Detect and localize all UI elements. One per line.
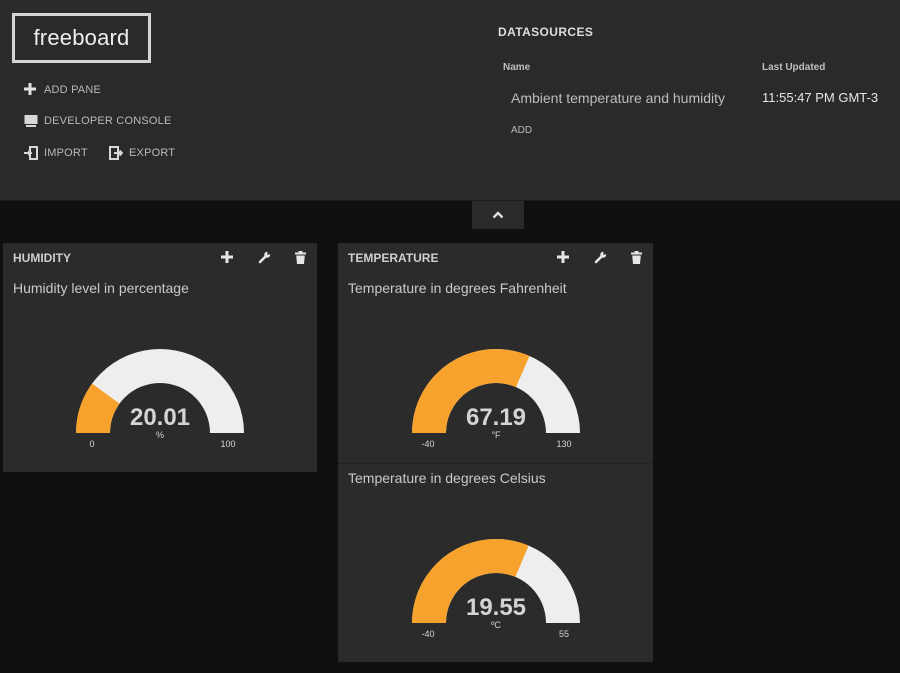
wrench-icon[interactable]	[594, 251, 608, 265]
gauge-fahrenheit: 67.19 °F -40 130	[412, 349, 580, 449]
gauge-value: 67.19	[466, 404, 526, 431]
datasource-name[interactable]: Ambient temperature and humidity	[511, 90, 725, 106]
gauge-max: 55	[559, 629, 569, 639]
import-label: IMPORT	[44, 147, 88, 159]
plus-icon[interactable]	[557, 251, 571, 265]
gauge-celsius: 19.55 ºC -40 55	[412, 539, 580, 639]
trash-icon[interactable]	[631, 251, 645, 265]
chevron-up-icon	[492, 206, 504, 224]
export-icon	[109, 146, 123, 160]
widget-divider	[338, 463, 653, 464]
pane-temperature: TEMPERATURE Temperature in degrees Fahre…	[338, 243, 653, 662]
gauge-min: -40	[421, 439, 434, 449]
widget-title: Temperature in degrees Celsius	[348, 470, 546, 486]
gauge-value: 20.01	[130, 404, 190, 431]
app-logo: freeboard	[12, 13, 151, 63]
add-pane-button[interactable]: ADD PANE	[24, 83, 101, 97]
add-datasource-button[interactable]: ADD	[511, 125, 532, 136]
gauge-units: %	[156, 430, 164, 440]
developer-console-label: DEVELOPER CONSOLE	[44, 115, 172, 127]
gauge-max: 130	[556, 439, 571, 449]
gauge-max: 100	[220, 439, 235, 449]
gauge-units: °F	[491, 430, 501, 440]
datasource-updated-header: Last Updated	[762, 62, 826, 73]
export-button[interactable]: EXPORT	[109, 146, 175, 160]
trash-icon[interactable]	[295, 251, 309, 265]
gauge-units: ºC	[491, 620, 501, 630]
add-pane-label: ADD PANE	[44, 84, 102, 96]
wrench-icon[interactable]	[258, 251, 272, 265]
gauge-min: -40	[421, 629, 434, 639]
widget-title: Temperature in degrees Fahrenheit	[348, 280, 567, 296]
plus-icon[interactable]	[221, 251, 235, 265]
gauge-value: 19.55	[466, 594, 526, 621]
gauge-min: 0	[89, 439, 94, 449]
pane-header: TEMPERATURE	[338, 243, 653, 273]
monitor-icon	[24, 114, 38, 128]
pane-humidity: HUMIDITY Humidity level in percentage 20…	[3, 243, 317, 472]
datasource-name-header: Name	[503, 62, 531, 73]
developer-console-button[interactable]: DEVELOPER CONSOLE	[24, 114, 172, 128]
board-header: freeboard ADD PANE DEVELOPER CONSOLE IMP…	[0, 0, 900, 201]
import-icon	[24, 146, 38, 160]
export-label: EXPORT	[129, 147, 176, 159]
gauge-humidity: 20.01 % 0 100	[76, 349, 244, 449]
datasources-title: DATASOURCES	[498, 25, 594, 39]
import-button[interactable]: IMPORT	[24, 146, 88, 160]
pane-title: HUMIDITY	[13, 251, 71, 265]
plus-icon	[24, 83, 38, 97]
widget-title: Humidity level in percentage	[13, 280, 189, 296]
pane-header: HUMIDITY	[3, 243, 317, 273]
datasource-last-updated: 11:55:47 PM GMT-3	[762, 90, 879, 105]
toggle-header-button[interactable]	[472, 201, 524, 229]
pane-title: TEMPERATURE	[348, 251, 439, 265]
